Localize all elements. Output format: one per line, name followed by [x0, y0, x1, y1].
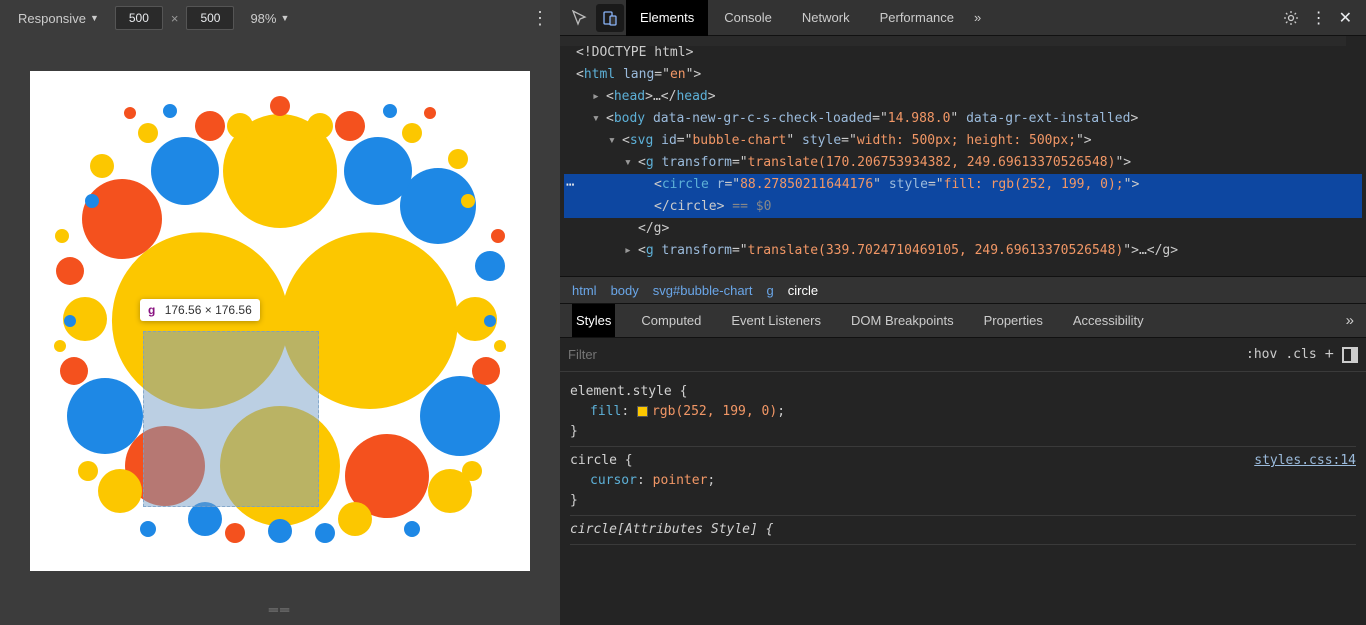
zoom-label: 98% — [250, 11, 276, 26]
tooltip-tag: g — [148, 303, 155, 317]
cls-toggle[interactable]: .cls — [1285, 347, 1316, 362]
inspect-element-icon[interactable] — [566, 4, 594, 32]
breadcrumb-item[interactable]: svg#bubble-chart — [653, 283, 753, 298]
chevron-down-icon: ▼ — [90, 13, 99, 23]
subtab-properties[interactable]: Properties — [980, 304, 1047, 337]
devtools-pane: Elements Console Network Performance » ⋮… — [560, 0, 1366, 625]
viewport-height-input[interactable] — [186, 6, 234, 30]
viewport: g 176.56 × 176.56 ══ — [0, 36, 560, 625]
breadcrumb-item[interactable]: body — [611, 283, 639, 298]
page-canvas[interactable]: g 176.56 × 176.56 — [30, 71, 530, 571]
style-rule[interactable]: circle[Attributes Style] { — [570, 516, 1356, 545]
dom-row[interactable]: ▾<svg id="bubble-chart" style="width: 50… — [564, 130, 1362, 152]
dom-row[interactable]: ▸<g transform="translate(339.70247104691… — [564, 240, 1362, 262]
dom-row-selected[interactable]: <circle r="88.27850211644176" style="fil… — [564, 174, 1362, 196]
gear-icon[interactable] — [1283, 10, 1299, 26]
dimension-separator: × — [171, 11, 179, 26]
color-swatch[interactable] — [637, 406, 648, 417]
dom-row[interactable]: <html lang="en"> — [564, 64, 1362, 86]
device-toggle-icon[interactable] — [596, 4, 624, 32]
dom-row[interactable]: ▸<head>…</head> — [564, 86, 1362, 108]
subtabs-overflow-icon[interactable]: » — [1346, 312, 1354, 329]
styles-rules[interactable]: element.style { fill: rgb(252, 199, 0); … — [560, 372, 1366, 625]
device-mode-select[interactable]: Responsive ▼ — [10, 7, 107, 30]
dom-row[interactable]: ▾<g transform="translate(170.20675393438… — [564, 152, 1362, 174]
breadcrumb: html body svg#bubble-chart g circle — [560, 276, 1366, 304]
subtab-computed[interactable]: Computed — [637, 304, 705, 337]
elements-tree[interactable]: <!DOCTYPE html> <html lang="en"> ▸<head>… — [560, 36, 1366, 276]
tooltip-dimensions: 176.56 × 176.56 — [165, 303, 252, 317]
kebab-menu-icon[interactable]: ⋮ — [1311, 8, 1327, 28]
inspect-highlight — [143, 331, 319, 507]
dom-row[interactable]: ▾<body data-new-gr-c-s-check-loaded="14.… — [564, 108, 1362, 130]
kebab-menu-icon[interactable]: ⋮ — [531, 8, 550, 29]
dom-row-selected[interactable]: </circle> == $0 — [564, 196, 1362, 218]
dom-row[interactable]: </g> — [564, 218, 1362, 240]
main-tabbar: Elements Console Network Performance » ⋮… — [560, 0, 1366, 36]
breadcrumb-item[interactable]: g — [767, 283, 774, 298]
tab-performance[interactable]: Performance — [866, 0, 968, 36]
tab-console[interactable]: Console — [710, 0, 786, 36]
style-rule[interactable]: styles.css:14 circle { cursor: pointer; … — [570, 447, 1356, 516]
new-style-rule-icon[interactable]: + — [1325, 346, 1334, 364]
styles-filter-row: :hov .cls + — [560, 338, 1366, 372]
device-toolbar: Responsive ▼ × 98% ▼ ⋮ — [0, 0, 560, 36]
hov-toggle[interactable]: :hov — [1246, 347, 1277, 362]
zoom-select[interactable]: 98% ▼ — [242, 7, 297, 30]
device-mode-pane: Responsive ▼ × 98% ▼ ⋮ g 176.56 × 176.56… — [0, 0, 560, 625]
tabs-overflow-icon[interactable]: » — [974, 10, 981, 25]
subtab-styles[interactable]: Styles — [572, 304, 615, 337]
inspect-tooltip: g 176.56 × 176.56 — [140, 299, 260, 321]
toggle-sidebar-icon[interactable] — [1342, 347, 1358, 363]
breadcrumb-item[interactable]: html — [572, 283, 597, 298]
styles-filter-input[interactable] — [568, 347, 1238, 362]
tab-elements[interactable]: Elements — [626, 0, 708, 36]
chevron-down-icon: ▼ — [280, 13, 289, 23]
styles-subtabs: Styles Computed Event Listeners DOM Brea… — [560, 304, 1366, 338]
close-icon[interactable]: ✕ — [1339, 8, 1352, 28]
source-link[interactable]: styles.css:14 — [1254, 451, 1356, 471]
style-rule[interactable]: element.style { fill: rgb(252, 199, 0); … — [570, 378, 1356, 447]
viewport-width-input[interactable] — [115, 6, 163, 30]
subtab-event-listeners[interactable]: Event Listeners — [727, 304, 825, 337]
tab-network[interactable]: Network — [788, 0, 864, 36]
breadcrumb-item[interactable]: circle — [788, 283, 818, 298]
drawer-resize-handle[interactable]: ══ — [269, 602, 291, 617]
subtab-dom-breakpoints[interactable]: DOM Breakpoints — [847, 304, 958, 337]
device-mode-label: Responsive — [18, 11, 86, 26]
subtab-accessibility[interactable]: Accessibility — [1069, 304, 1148, 337]
